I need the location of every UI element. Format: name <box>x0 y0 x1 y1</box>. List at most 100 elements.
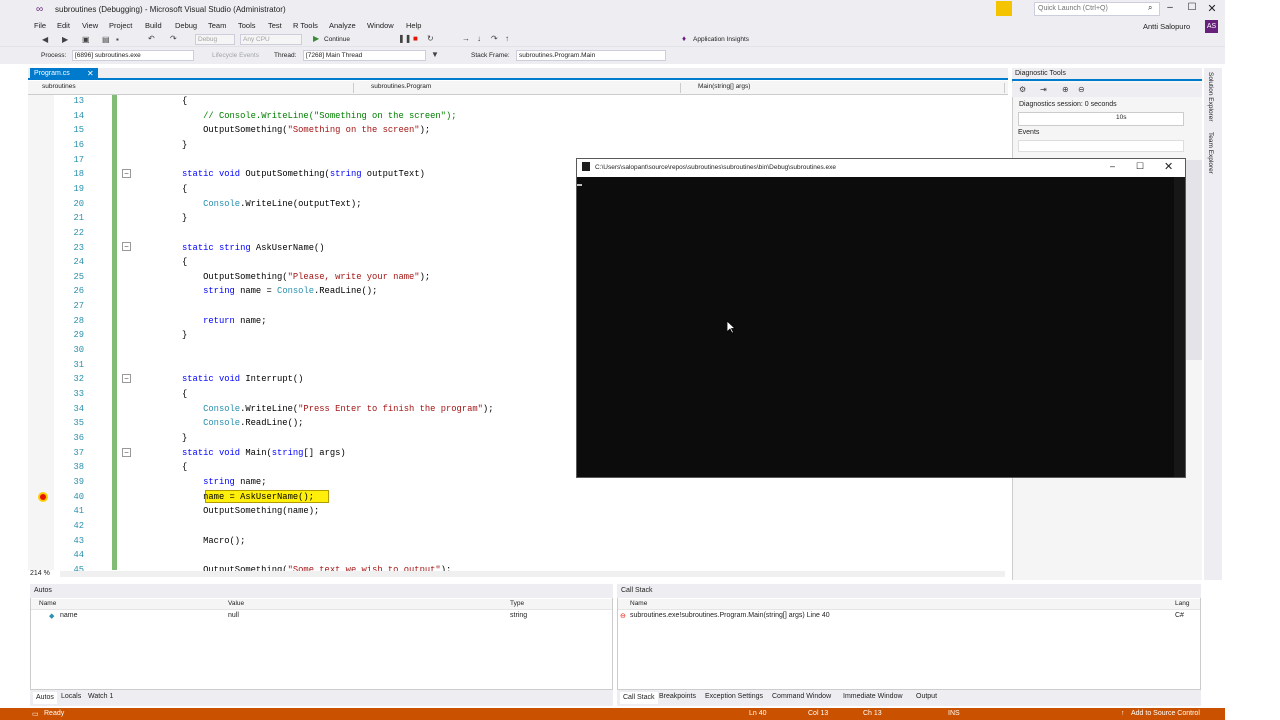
menu-r-tools[interactable]: R Tools <box>293 21 318 30</box>
code-line[interactable]: 40 name = AskUserName(); <box>28 490 993 505</box>
code-text[interactable]: string name = Console.ReadLine(); <box>182 284 377 299</box>
settings-icon[interactable]: ⚙ <box>1019 85 1026 94</box>
tab-output[interactable]: Output <box>916 693 937 700</box>
code-line[interactable]: 41 OutputSomething(name); <box>28 504 993 519</box>
code-text[interactable]: Console.WriteLine("Press Enter to finish… <box>182 402 493 417</box>
zoom-level[interactable]: 214 % <box>30 570 50 577</box>
menu-view[interactable]: View <box>82 21 98 30</box>
maximize-icon[interactable]: ☐ <box>1185 2 1199 13</box>
collapse-icon[interactable]: − <box>122 374 131 383</box>
source-control-icon[interactable]: ↑ <box>1121 710 1125 717</box>
continue-icon[interactable]: ▶ <box>313 34 319 43</box>
continue-button[interactable]: Continue <box>324 36 350 43</box>
code-text[interactable]: // Console.WriteLine("Something on the s… <box>182 109 456 124</box>
code-text[interactable]: name = AskUserName(); <box>182 490 314 505</box>
forward-icon[interactable]: ▶ <box>62 35 68 44</box>
tab-breakpoints[interactable]: Breakpoints <box>659 693 696 700</box>
menu-help[interactable]: Help <box>406 21 421 30</box>
notification-flag-icon[interactable] <box>996 1 1012 16</box>
code-text[interactable]: { <box>182 387 187 402</box>
collapse-icon[interactable]: − <box>122 242 131 251</box>
menu-window[interactable]: Window <box>367 21 394 30</box>
save-icon[interactable]: ▪ <box>116 35 119 44</box>
platform-combo[interactable]: Any CPU <box>240 34 302 45</box>
console-scrollbar[interactable] <box>1174 177 1185 477</box>
export-icon[interactable]: ⇥ <box>1040 85 1047 94</box>
step-over-icon[interactable]: ↷ <box>491 34 498 43</box>
tab-immediate-window[interactable]: Immediate Window <box>843 693 903 700</box>
menu-build[interactable]: Build <box>145 21 162 30</box>
menu-team[interactable]: Team <box>208 21 226 30</box>
breakpoint-current-icon[interactable] <box>38 492 48 502</box>
column-lang[interactable]: Lang <box>1175 600 1189 607</box>
zoom-out-icon[interactable]: ⊖ <box>1078 85 1085 94</box>
code-text[interactable]: static void Interrupt() <box>182 372 303 387</box>
side-tab-solution-explorer[interactable]: Solution Explorer <box>1207 72 1214 122</box>
code-line[interactable]: 14 // Console.WriteLine("Something on th… <box>28 109 993 124</box>
pause-icon[interactable]: ❚❚ <box>398 34 411 43</box>
thread-combo[interactable]: [7268] Main Thread <box>303 50 426 61</box>
code-text[interactable]: } <box>182 138 187 153</box>
tab-autos[interactable]: Autos <box>33 692 57 704</box>
code-text[interactable]: static void Main(string[] args) <box>182 446 346 461</box>
quick-launch-input[interactable]: Quick Launch (Ctrl+Q) <box>1034 2 1160 16</box>
new-project-icon[interactable]: ▣ <box>82 35 90 44</box>
tab-exception-settings[interactable]: Exception Settings <box>705 693 763 700</box>
tab-command-window[interactable]: Command Window <box>772 693 831 700</box>
avatar[interactable]: AS <box>1205 20 1218 33</box>
code-text[interactable]: static void OutputSomething(string outpu… <box>182 167 425 182</box>
table-row[interactable]: ◆ name null string <box>31 611 612 622</box>
restart-icon[interactable]: ↻ <box>427 34 434 43</box>
menu-analyze[interactable]: Analyze <box>329 21 356 30</box>
code-text[interactable]: static string AskUserName() <box>182 241 325 256</box>
code-text[interactable]: } <box>182 431 187 446</box>
code-text[interactable]: } <box>182 211 187 226</box>
code-text[interactable]: OutputSomething("Something on the screen… <box>182 123 430 138</box>
search-icon[interactable]: ⌕ <box>1148 3 1152 13</box>
code-line[interactable]: 44 <box>28 548 993 563</box>
collapse-icon[interactable]: − <box>122 169 131 178</box>
console-window[interactable] <box>576 158 1186 478</box>
tab-call-stack[interactable]: Call Stack <box>620 692 658 704</box>
table-row[interactable]: ⊖ subroutines.exe!subroutines.Program.Ma… <box>618 611 1200 622</box>
code-text[interactable]: { <box>182 460 187 475</box>
code-text[interactable]: OutputSomething(name); <box>182 504 319 519</box>
back-icon[interactable]: ◀ <box>42 35 48 44</box>
code-line[interactable]: 43 Macro(); <box>28 534 993 549</box>
solution-config-combo[interactable]: Debug <box>195 34 235 45</box>
console-maximize-icon[interactable]: ☐ <box>1136 161 1146 172</box>
class-nav-combo[interactable]: subroutines.Program <box>363 83 681 93</box>
column-name[interactable]: Name <box>630 600 647 607</box>
code-text[interactable]: return name; <box>182 314 266 329</box>
side-tab-team-explorer[interactable]: Team Explorer <box>1207 132 1214 174</box>
step-out-icon[interactable]: ↑ <box>505 34 509 43</box>
tab-watch-1[interactable]: Watch 1 <box>88 693 113 700</box>
redo-icon[interactable]: ↷ <box>170 34 177 43</box>
code-text[interactable]: Console.WriteLine(outputText); <box>182 197 361 212</box>
code-text[interactable]: { <box>182 255 187 270</box>
filter-icon[interactable]: ▼ <box>431 50 439 59</box>
minimize-icon[interactable]: – <box>1163 2 1177 13</box>
tab-locals[interactable]: Locals <box>61 693 81 700</box>
code-text[interactable]: Macro(); <box>182 534 245 549</box>
code-text[interactable]: { <box>182 182 187 197</box>
add-to-source-control-button[interactable]: Add to Source Control <box>1131 710 1200 717</box>
events-track[interactable] <box>1018 140 1184 152</box>
menu-edit[interactable]: Edit <box>57 21 70 30</box>
application-insights-button[interactable]: Application Insights <box>693 36 749 43</box>
step-into-icon[interactable]: ↓ <box>477 34 481 43</box>
code-text[interactable]: OutputSomething("Please, write your name… <box>182 270 430 285</box>
menu-tools[interactable]: Tools <box>238 21 256 30</box>
menu-test[interactable]: Test <box>268 21 282 30</box>
code-text[interactable]: string name; <box>182 475 266 490</box>
code-line[interactable]: 13 { <box>28 94 993 109</box>
collapse-icon[interactable]: − <box>122 448 131 457</box>
code-text[interactable]: } <box>182 328 187 343</box>
user-name[interactable]: Antti Salopuro <box>1143 22 1190 31</box>
code-text[interactable]: { <box>182 94 187 109</box>
console-close-icon[interactable]: ✕ <box>1164 160 1174 173</box>
application-insights-icon[interactable]: ♦ <box>682 34 686 43</box>
events-section-label[interactable]: Events <box>1018 129 1039 136</box>
console-minimize-icon[interactable]: – <box>1110 161 1120 171</box>
menu-file[interactable]: File <box>34 21 46 30</box>
